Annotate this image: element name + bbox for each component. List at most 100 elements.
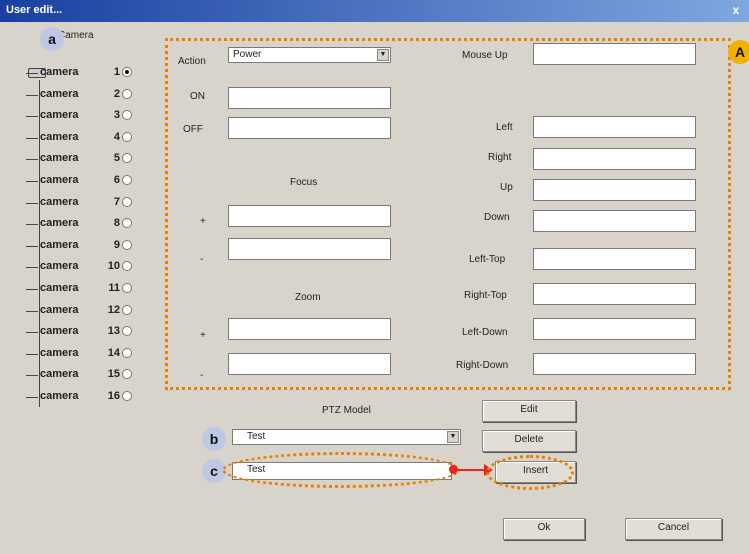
mouse-up-label: Mouse Up <box>462 50 508 61</box>
delete-button[interactable]: Delete <box>482 430 576 452</box>
tree-branch <box>26 181 38 182</box>
tree-branch <box>26 353 38 355</box>
camera-tree-item[interactable]: camera 15 <box>26 368 132 382</box>
camera-tree-item[interactable]: camera 2 <box>26 87 132 102</box>
tree-branch <box>26 332 38 334</box>
action-select[interactable]: Power ▼ <box>228 47 391 63</box>
camera-tree-item[interactable]: camera 8 <box>26 217 132 231</box>
annotation-badge-b: b <box>202 427 226 451</box>
camera-item-number: 5 <box>113 152 120 165</box>
camera-radio[interactable] <box>122 175 132 186</box>
camera-item-number: 16 <box>107 390 120 402</box>
camera-tree-item[interactable]: camera 11 <box>26 282 132 296</box>
annotation-badge-a: a <box>40 27 64 51</box>
left-down-field[interactable] <box>533 318 696 340</box>
arrow-line <box>458 469 484 471</box>
camera-radio[interactable] <box>122 196 132 207</box>
camera-radio[interactable] <box>122 67 132 78</box>
camera-tree-item[interactable]: camera 10 <box>26 260 132 274</box>
down-field[interactable] <box>533 210 696 232</box>
camera-tree-item[interactable]: camera 3 <box>26 109 132 123</box>
camera-radio[interactable] <box>122 218 132 229</box>
close-icon[interactable]: x <box>729 3 743 17</box>
focus-plus-field[interactable] <box>228 205 391 227</box>
on-field[interactable] <box>228 87 391 109</box>
annotation-oval-c <box>222 452 460 488</box>
camera-item-number: 15 <box>107 368 120 381</box>
down-label: Down <box>484 212 510 223</box>
camera-item-number: 6 <box>113 174 120 186</box>
camera-tree-item[interactable]: camera 9 <box>26 238 132 253</box>
chevron-down-icon[interactable]: ▼ <box>377 49 389 61</box>
camera-tree-item[interactable]: camera 7 <box>26 195 132 210</box>
on-label: ON <box>190 91 205 102</box>
tree-branch <box>26 224 38 226</box>
chevron-down-icon[interactable]: ▼ <box>447 431 459 443</box>
camera-item-label: camera <box>40 195 79 208</box>
title-bar[interactable]: User edit... x <box>0 0 749 22</box>
camera-radio[interactable] <box>122 283 132 294</box>
camera-tree-item[interactable]: camera 14 <box>26 346 132 361</box>
tree-branch <box>26 137 38 139</box>
camera-item-label: camera <box>40 368 79 381</box>
camera-item-label: camera <box>40 87 79 100</box>
camera-item-label: camera <box>40 260 79 273</box>
tree-branch <box>26 375 38 377</box>
right-top-field[interactable] <box>533 283 696 305</box>
camera-tree-item[interactable]: camera 13 <box>26 325 132 339</box>
ok-button[interactable]: Ok <box>503 518 585 540</box>
off-field[interactable] <box>228 117 391 139</box>
camera-tree-item[interactable]: camera 1 <box>26 66 132 80</box>
zoom-minus-label: - <box>200 370 204 381</box>
camera-item-label: camera <box>40 217 79 230</box>
camera-radio[interactable] <box>122 239 132 250</box>
tree-branch <box>26 245 38 247</box>
camera-radio[interactable] <box>122 369 132 380</box>
edit-button[interactable]: Edit <box>482 400 576 422</box>
camera-radio[interactable] <box>122 110 132 121</box>
camera-radio[interactable] <box>122 347 132 358</box>
camera-radio[interactable] <box>122 391 132 402</box>
camera-tree-item[interactable]: camera 12 <box>26 304 132 318</box>
action-value: Power <box>233 49 262 60</box>
camera-radio[interactable] <box>122 131 132 142</box>
camera-radio[interactable] <box>122 153 132 164</box>
focus-minus-field[interactable] <box>228 238 391 260</box>
left-top-field[interactable] <box>533 248 696 270</box>
camera-item-number: 7 <box>113 195 120 208</box>
zoom-label: Zoom <box>295 292 321 303</box>
up-label: Up <box>500 182 513 193</box>
camera-radio[interactable] <box>122 88 132 99</box>
camera-item-number: 13 <box>107 325 120 338</box>
window-title: User edit... <box>6 4 63 16</box>
zoom-minus-field[interactable] <box>228 353 391 375</box>
camera-radio[interactable] <box>122 261 132 272</box>
camera-item-number: 8 <box>113 217 120 230</box>
cancel-button[interactable]: Cancel <box>625 518 722 540</box>
right-field[interactable] <box>533 148 696 170</box>
camera-item-label: camera <box>40 346 79 359</box>
ptz-model-label: PTZ Model <box>322 405 371 416</box>
right-down-field[interactable] <box>533 353 696 375</box>
zoom-plus-field[interactable] <box>228 318 391 340</box>
left-field[interactable] <box>533 116 696 138</box>
camera-tree-item[interactable]: camera 16 <box>26 390 132 404</box>
focus-plus-label: + <box>200 216 206 227</box>
up-field[interactable] <box>533 179 696 201</box>
ptz-model-select[interactable]: Test ▼ <box>232 429 461 445</box>
focus-label: Focus <box>290 177 318 188</box>
camera-item-label: camera <box>40 325 79 338</box>
camera-item-label: camera <box>40 390 79 402</box>
camera-item-number: 2 <box>113 87 120 100</box>
tree-branch <box>26 202 38 204</box>
camera-tree-item[interactable]: camera 4 <box>26 131 132 145</box>
camera-item-number: 9 <box>113 238 120 251</box>
camera-radio[interactable] <box>122 304 132 315</box>
camera-tree-item[interactable]: camera 5 <box>26 152 132 166</box>
camera-radio[interactable] <box>122 326 132 337</box>
mouse-up-field[interactable] <box>533 43 696 65</box>
camera-tree-item[interactable]: camera 6 <box>26 174 132 188</box>
tree-branch <box>26 94 38 96</box>
off-label: OFF <box>183 124 203 135</box>
camera-item-number: 11 <box>108 282 120 294</box>
